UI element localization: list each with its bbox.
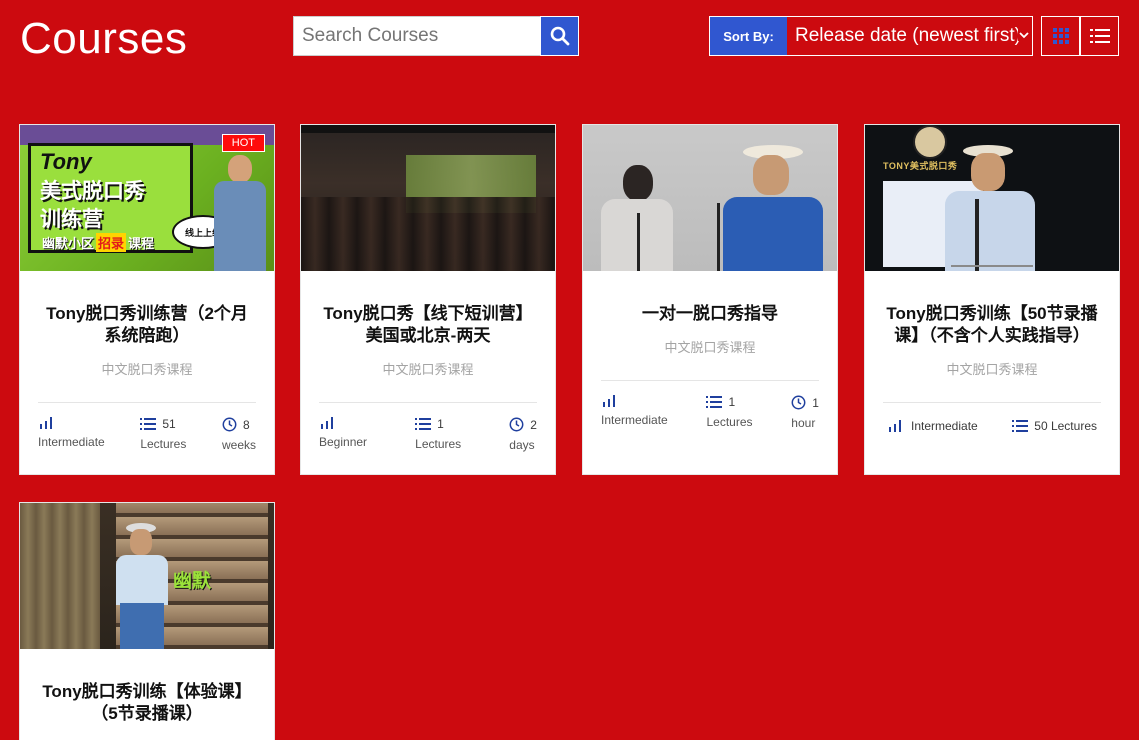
thumb-text: 训练营 xyxy=(40,208,103,231)
lectures-count: 1 xyxy=(437,417,444,431)
course-thumbnail[interactable] xyxy=(301,125,555,271)
course-meta: Beginner 1 Lectures 2 days xyxy=(319,403,537,472)
thumb-text: 幽默 xyxy=(172,570,211,592)
page-title: Courses xyxy=(20,14,188,63)
course-category: 中文脱口秀课程 xyxy=(101,362,193,377)
hot-badge: HOT xyxy=(221,134,265,152)
search-icon xyxy=(550,26,569,46)
course-thumbnail[interactable]: Tony 美式脱口秀 训练营 幽默小区 招录 课程 线上上线 HOT xyxy=(20,125,274,271)
thumb-text: 招录 xyxy=(96,233,127,252)
course-card[interactable]: 一对一脱口秀指导 中文脱口秀课程 Intermediate 1 Lectures… xyxy=(582,124,838,475)
course-title[interactable]: Tony脱口秀【线下短训营】美国或北京-两天 xyxy=(319,303,537,347)
level-meta: Intermediate xyxy=(601,395,668,430)
duration-meta: 8 weeks xyxy=(221,417,256,453)
lectures-label: Lectures xyxy=(140,437,187,451)
course-card[interactable]: Tony 美式脱口秀 训练营 幽默小区 招录 课程 线上上线 HOT Tony脱… xyxy=(19,124,275,475)
course-title[interactable]: Tony脱口秀训练【50节录播课】（不含个人实践指导） xyxy=(883,303,1101,347)
duration-count: 1 xyxy=(812,395,819,410)
sort-select[interactable]: Release date (newest first) xyxy=(787,17,1032,55)
sort-label: Sort By: xyxy=(710,17,787,55)
person-photo xyxy=(713,145,823,271)
level-meta: Intermediate xyxy=(38,417,105,452)
sort-control[interactable]: Sort By: Release date (newest first) xyxy=(709,16,1033,56)
thumb-text: 课程 xyxy=(128,236,155,251)
lectures-label: 50 Lectures xyxy=(1034,419,1097,433)
level-label: Beginner xyxy=(319,435,368,449)
lectures-meta: 1 Lectures xyxy=(415,417,461,452)
course-thumbnail[interactable]: 幽默 xyxy=(20,503,274,649)
lectures-meta: 51 Lectures xyxy=(140,417,186,452)
grid-view-button[interactable] xyxy=(1041,16,1080,56)
course-meta: Intermediate 51 Lectures 8 weeks xyxy=(38,403,256,472)
list-icon xyxy=(1089,29,1110,43)
duration-label: hour xyxy=(791,416,816,430)
course-card[interactable]: TONY美式脱口秀 Tony脱口秀训练【50节录播课】（不含个人实践指导） 中文… xyxy=(864,124,1120,475)
course-thumbnail[interactable]: TONY美式脱口秀 xyxy=(865,125,1119,271)
course-card[interactable]: 幽默 Tony脱口秀训练【体验课】（5节录播课） xyxy=(19,502,275,740)
level-label: Intermediate xyxy=(911,419,978,433)
search-button[interactable] xyxy=(540,16,579,56)
list-icon xyxy=(1012,419,1029,432)
person-photo xyxy=(593,165,673,271)
level-label: Intermediate xyxy=(38,435,105,449)
chevron-down-icon xyxy=(1018,29,1030,41)
lectures-meta: 50 Lectures xyxy=(1012,419,1097,433)
lectures-label: Lectures xyxy=(415,437,462,451)
clock-icon xyxy=(791,395,806,410)
duration-count: 8 xyxy=(242,417,250,432)
list-icon xyxy=(706,395,723,408)
level-label: Intermediate xyxy=(601,413,668,427)
level-bars-icon xyxy=(603,395,615,407)
search-input[interactable] xyxy=(293,16,540,56)
list-icon xyxy=(415,417,432,430)
person-photo xyxy=(941,139,1037,271)
course-title[interactable]: Tony脱口秀训练营（2个月系统陪跑） xyxy=(38,303,256,347)
list-icon xyxy=(140,417,157,430)
course-category: 中文脱口秀课程 xyxy=(382,362,474,377)
search-bar xyxy=(293,16,579,56)
course-meta: Intermediate 1 Lectures 1 hour xyxy=(601,381,819,450)
course-meta: Intermediate 50 Lectures xyxy=(883,403,1101,453)
progress-track xyxy=(951,265,1033,267)
level-bars-icon xyxy=(40,417,52,429)
course-title[interactable]: Tony脱口秀训练【体验课】（5节录播课） xyxy=(38,681,256,725)
thumb-text: Tony xyxy=(40,149,92,174)
thumb-sign: 幽默 xyxy=(170,559,214,599)
lectures-count: 51 xyxy=(162,417,176,431)
thumb-text: 幽默小区 xyxy=(42,236,95,251)
level-meta: Beginner xyxy=(319,417,367,452)
lectures-count: 1 xyxy=(728,395,736,409)
duration-count: 2 xyxy=(530,417,537,432)
person-photo xyxy=(112,523,172,649)
clock-icon xyxy=(509,417,524,432)
thumb-text: 美式脱口秀 xyxy=(40,180,145,203)
course-card[interactable]: Tony脱口秀【线下短训营】美国或北京-两天 中文脱口秀课程 Beginner … xyxy=(300,124,556,475)
sort-value: Release date (newest first) xyxy=(795,25,1021,46)
level-bars-icon xyxy=(321,417,333,429)
course-title[interactable]: 一对一脱口秀指导 xyxy=(601,303,819,325)
course-category: 中文脱口秀课程 xyxy=(664,340,756,355)
level-bars-icon xyxy=(889,420,901,432)
duration-meta: 1 hour xyxy=(791,395,819,431)
grid-icon xyxy=(1052,28,1069,44)
level-meta: Intermediate xyxy=(887,419,978,433)
duration-meta: 2 days xyxy=(509,417,537,453)
curtain xyxy=(20,503,100,649)
lectures-label: Lectures xyxy=(706,415,753,429)
lectures-meta: 1 Lectures xyxy=(706,395,753,430)
instructor-photo xyxy=(210,155,270,271)
clock-icon xyxy=(222,417,237,432)
list-view-button[interactable] xyxy=(1080,16,1119,56)
duration-label: days xyxy=(509,438,535,452)
course-category: 中文脱口秀课程 xyxy=(946,362,1038,377)
duration-label: weeks xyxy=(221,438,256,452)
course-thumbnail[interactable] xyxy=(583,125,837,271)
